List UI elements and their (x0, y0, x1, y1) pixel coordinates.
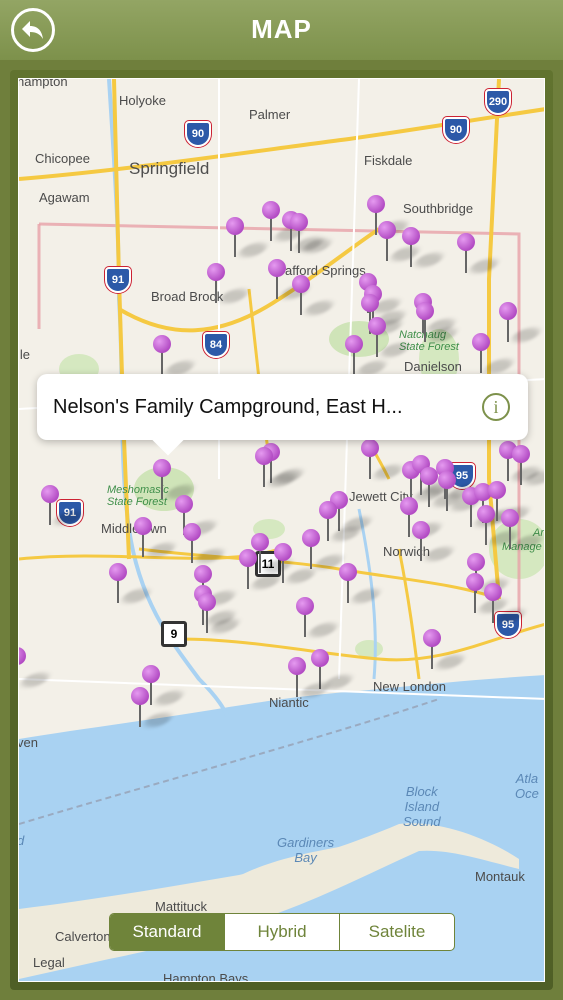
route-shield: 9 (161, 621, 187, 647)
place-label: Legal (33, 955, 65, 970)
map-pin[interactable] (457, 233, 502, 273)
place-label: Hampton Bays (163, 971, 249, 982)
place-label: Chicopee (35, 151, 90, 166)
place-label: Southbridge (403, 201, 474, 216)
map-pin[interactable] (262, 201, 307, 241)
info-button[interactable]: i (482, 393, 510, 421)
map-pin[interactable] (345, 335, 390, 375)
map-pin[interactable] (183, 523, 228, 563)
callout-title: Nelson's Family Campground, East H... (53, 396, 403, 418)
interstate-shield: 91 (105, 267, 131, 293)
map-pin[interactable] (462, 487, 507, 527)
map-pin[interactable] (361, 439, 406, 479)
interstate-shield: 290 (485, 89, 511, 115)
map-pin[interactable] (292, 275, 337, 315)
map-pin[interactable] (466, 573, 511, 613)
map-pin[interactable] (368, 317, 413, 357)
map-pin[interactable] (501, 509, 544, 549)
map-pin[interactable] (339, 563, 384, 603)
place-label: Broad Brook (151, 289, 224, 304)
place-label: Danielson (404, 359, 462, 374)
place-label: d (19, 833, 24, 848)
header-bar: MAP (0, 0, 563, 60)
map-pin[interactable] (416, 302, 461, 342)
map-pin[interactable] (274, 543, 319, 583)
place-callout[interactable]: Nelson's Family Campground, East H... i (37, 374, 528, 440)
map-pin[interactable] (438, 471, 483, 511)
map-pin[interactable] (330, 491, 375, 531)
place-label: Calverton (55, 929, 111, 944)
map-pin[interactable] (19, 647, 53, 687)
map-pin[interactable] (420, 467, 465, 507)
place-label: Niantic (269, 695, 309, 710)
place-label: Agawam (39, 190, 90, 205)
map-pin[interactable] (302, 529, 347, 569)
map-pin[interactable] (400, 497, 445, 537)
place-label: Block Island Sound (403, 784, 441, 829)
map-pin[interactable] (153, 335, 198, 375)
place-label: Fiskdale (364, 153, 413, 168)
map-pin[interactable] (268, 259, 313, 299)
place-label: hampton (18, 78, 68, 89)
place-label: New London (373, 679, 446, 694)
map-type-standard[interactable]: Standard (110, 914, 224, 950)
interstate-shield: 90 (443, 117, 469, 143)
place-label: ven (18, 735, 38, 750)
map-pin[interactable] (153, 459, 198, 499)
map-type-hybrid[interactable]: Hybrid (224, 914, 339, 950)
map-pin[interactable] (402, 227, 447, 267)
map-pin[interactable] (251, 533, 296, 573)
map-pin[interactable] (484, 583, 529, 623)
map-pin[interactable] (288, 657, 333, 697)
place-label: Atla Oce (515, 771, 539, 801)
place-label: Montauk (475, 869, 525, 884)
map-pin[interactable] (488, 481, 533, 521)
map-pin[interactable] (239, 549, 284, 589)
place-label: Holyoke (119, 93, 166, 108)
map-pin[interactable] (290, 213, 335, 253)
page-title: MAP (251, 14, 312, 44)
map-pin[interactable] (472, 333, 517, 373)
place-label: Palmer (249, 107, 291, 122)
map-pin[interactable] (512, 445, 544, 485)
map-pin[interactable] (198, 593, 243, 633)
place-label: Mattituck (155, 899, 208, 914)
map-pin[interactable] (499, 302, 544, 342)
map-pin[interactable] (499, 441, 544, 481)
place-label: Springfield (129, 159, 210, 178)
map-pin[interactable] (378, 221, 423, 261)
map-pin[interactable] (255, 447, 300, 487)
map-pin[interactable] (412, 521, 457, 561)
interstate-shield: 90 (185, 121, 211, 147)
map-type-control: Standard Hybrid Satelite (109, 913, 455, 951)
map-pin[interactable] (296, 597, 341, 637)
map-pin[interactable] (134, 517, 179, 557)
map-pin[interactable] (41, 485, 86, 525)
place-label: Gardiners Bay (277, 835, 335, 865)
map-pin[interactable] (207, 263, 252, 303)
map-pin[interactable] (423, 629, 468, 669)
map-pin[interactable] (131, 687, 176, 727)
info-icon: i (493, 396, 499, 417)
map-pin[interactable] (109, 563, 154, 603)
place-label: lle (18, 347, 31, 362)
map-type-satellite[interactable]: Satelite (339, 914, 454, 950)
map-view[interactable]: hampton Holyoke Palmer Chicopee Springfi… (18, 78, 545, 982)
map-pin[interactable] (477, 505, 522, 545)
map-pin[interactable] (142, 665, 187, 705)
map-pin[interactable] (226, 217, 271, 257)
interstate-shield: 84 (203, 332, 229, 358)
map-pin[interactable] (319, 501, 364, 541)
